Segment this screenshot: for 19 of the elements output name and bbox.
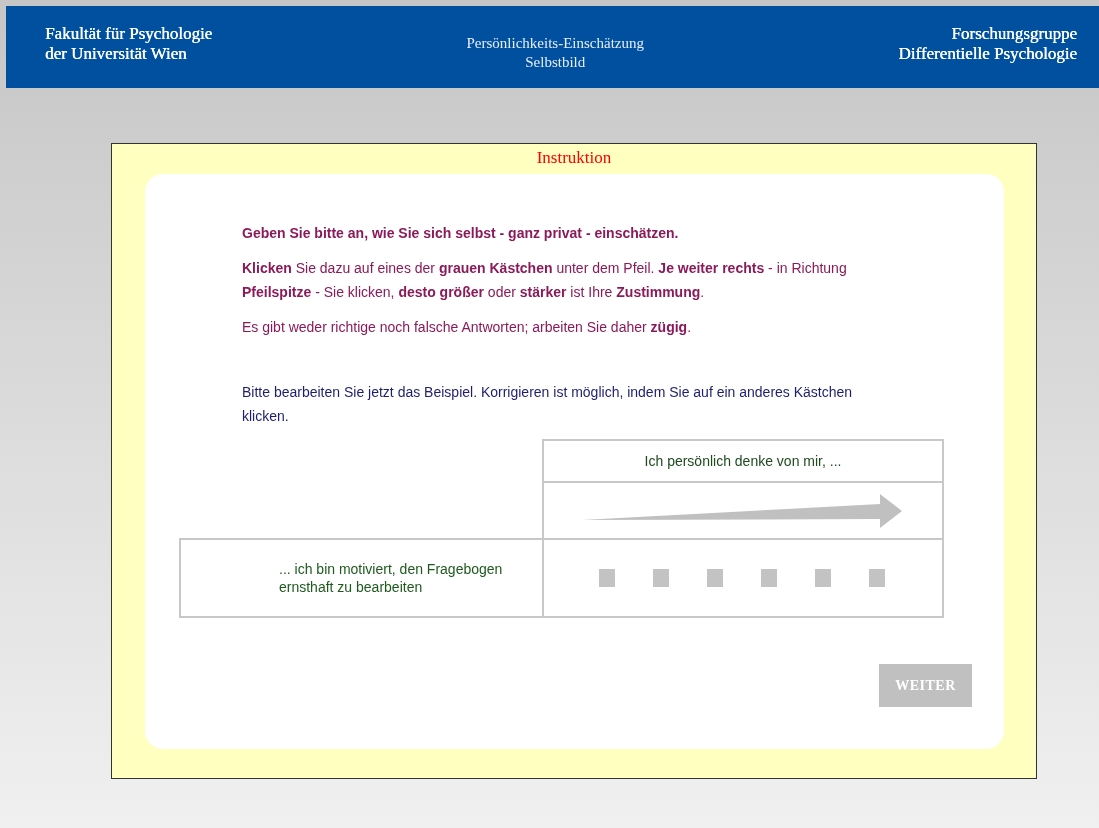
rating-box[interactable] bbox=[869, 569, 885, 587]
scale-heading: Ich persönlich denke von mir, ... bbox=[542, 439, 944, 481]
research-group-name: Forschungsgruppe bbox=[950, 24, 1077, 44]
rating-box[interactable] bbox=[707, 569, 723, 587]
research-group-name: Differentielle Psychologie bbox=[898, 44, 1077, 64]
panel-title: Instruktion bbox=[535, 148, 613, 169]
instruction-text: Es gibt weder richtige noch falsche Antworten; arbeiten Sie daher zügig. bbox=[242, 318, 692, 337]
instruction-text: Klicken Sie dazu auf eines der grauen Kästchen unter dem Pfeil. Je weiter rechts - in Richtung Pfeilspitze - Sie klicken, desto größer oder stärker ist Ihre Zustimmung. bbox=[242, 259, 848, 302]
instruction-text: Geben Sie bitte an, wie Sie sich selbst - ganz privat - einschätzen. bbox=[242, 224, 680, 243]
item-statement: ... ich bin motiviert, den Fragebogen ernsthaft zu bearbeiten bbox=[179, 538, 542, 618]
rating-box[interactable] bbox=[653, 569, 669, 587]
rating-box[interactable] bbox=[761, 569, 777, 587]
rating-box[interactable] bbox=[599, 569, 615, 587]
survey-title: Persönlichkeits-Einschätzung bbox=[466, 34, 644, 53]
faculty-name: der Universität Wien bbox=[45, 44, 188, 64]
instruction-text: Bitte bearbeiten Sie jetzt das Beispiel. Korrigieren ist möglich, indem Sie auf ein anderes Kästchen klicken. bbox=[242, 383, 854, 426]
survey-title: Selbstbild bbox=[524, 53, 587, 72]
faculty-name: Fakultät für Psychologie bbox=[45, 24, 213, 44]
rating-box[interactable] bbox=[815, 569, 831, 587]
